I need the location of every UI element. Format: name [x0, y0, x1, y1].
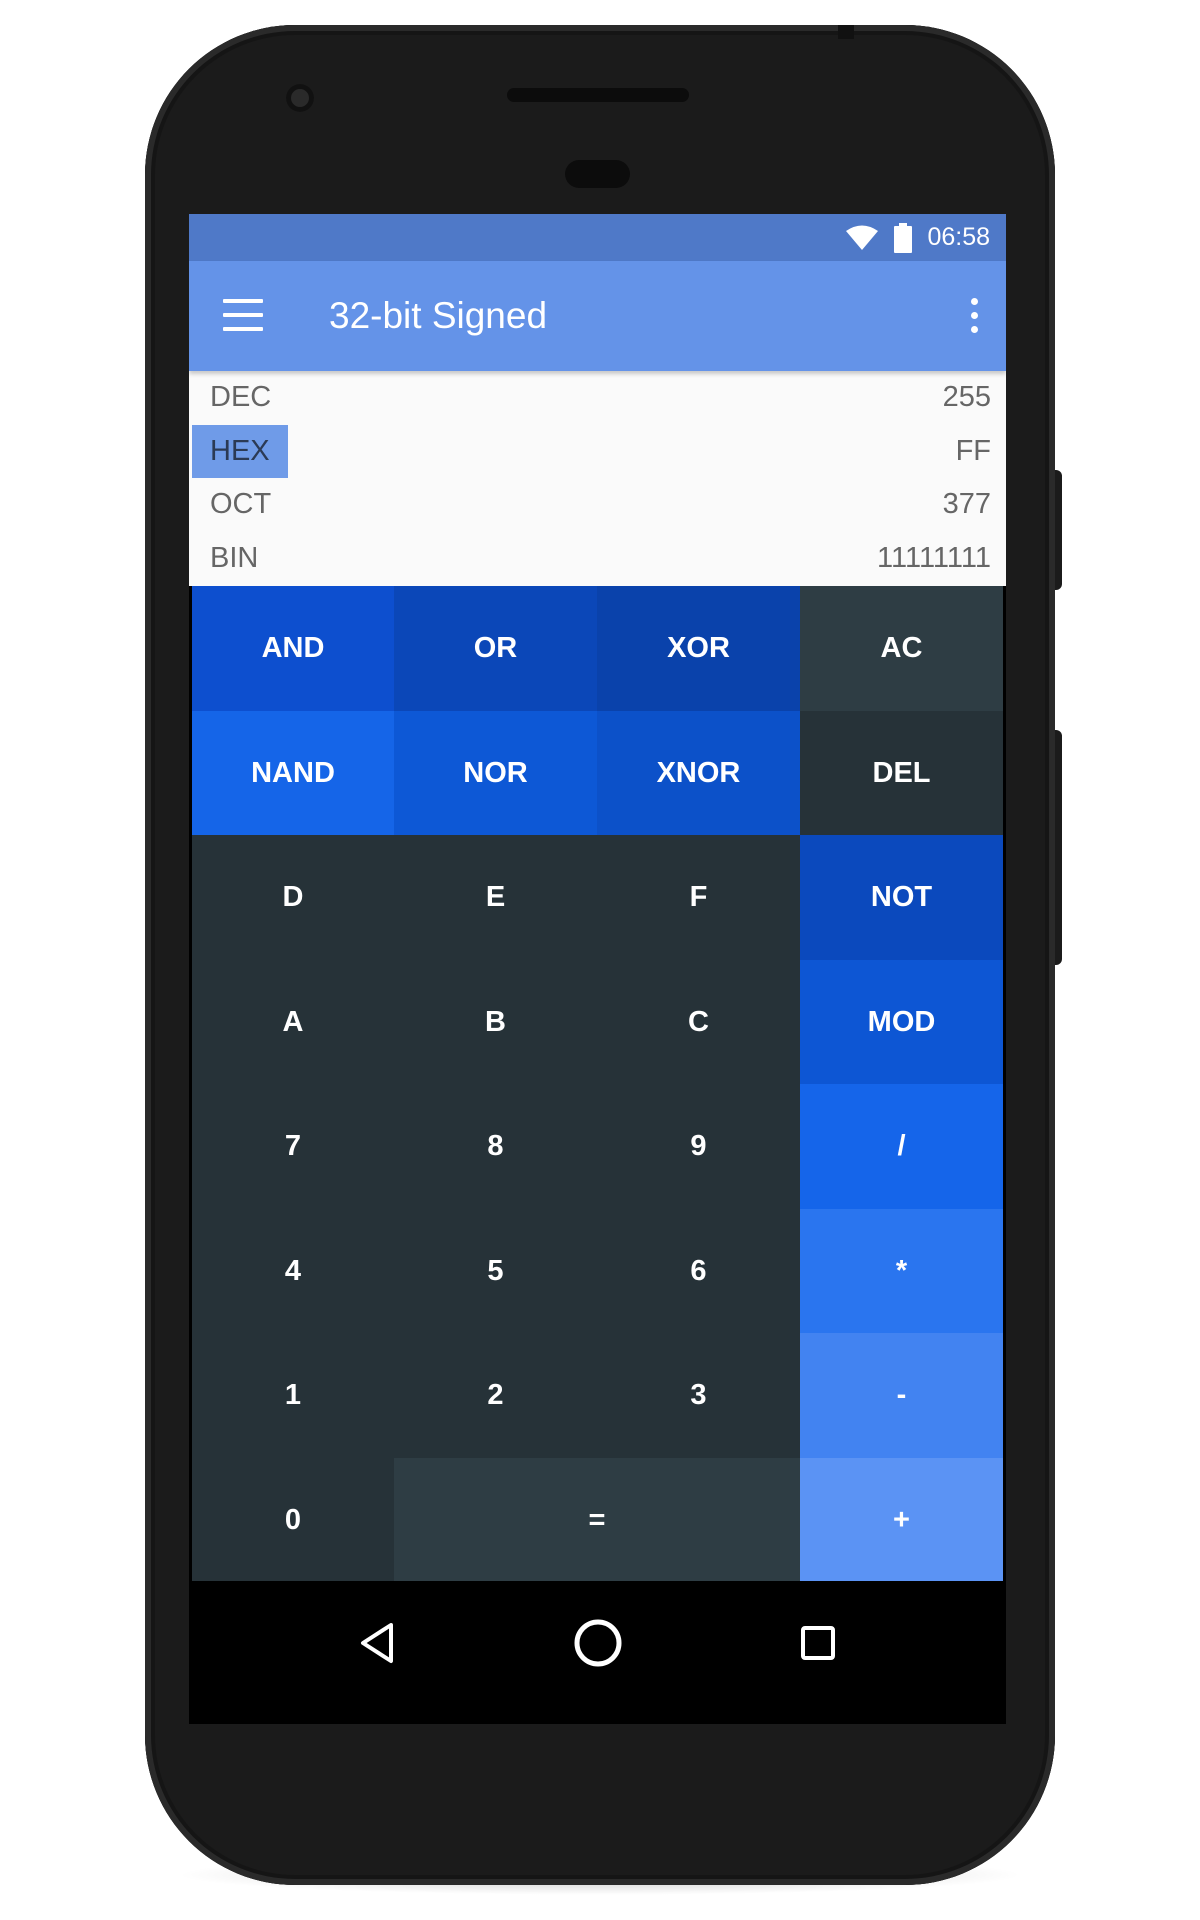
keypad: AND OR XOR AC NAND NOR XNOR DEL D E F NOT A B C MOD 7 8 9/…	[192, 586, 1003, 1586]
value-bin: 11111111	[877, 542, 991, 574]
six-key[interactable]: 6	[597, 1209, 800, 1333]
display-row-hex: HEX FF	[192, 425, 1003, 478]
battery-icon	[894, 222, 913, 253]
app-bar: 32-bit Signed	[189, 261, 1006, 371]
zero-key[interactable]: 0	[192, 1458, 394, 1582]
navigation-bar	[189, 1581, 1006, 1724]
display-row-dec: DEC 255	[192, 371, 1003, 424]
phone-screen: 06:58 32-bit Signed DEC 255 HEX FF OCT 3…	[189, 214, 1006, 1724]
f-key[interactable]: F	[597, 835, 800, 960]
minus-key[interactable]: -	[800, 1333, 1003, 1458]
number-display: DEC 255 HEX FF OCT 377 BIN 11111111	[189, 371, 1006, 586]
display-row-bin: BIN 11111111	[192, 532, 1003, 585]
app-title: 32-bit Signed	[329, 295, 548, 336]
five-key[interactable]: 5	[394, 1209, 597, 1333]
base-label-dec[interactable]: DEC	[192, 371, 289, 424]
front-camera-icon	[286, 84, 314, 112]
nine-key[interactable]: 9	[597, 1084, 800, 1209]
nand-key[interactable]: NAND	[192, 711, 394, 835]
base-label-hex[interactable]: HEX	[192, 425, 288, 478]
value-oct: 377	[942, 488, 991, 520]
and-key[interactable]: AND	[192, 586, 394, 711]
not-key[interactable]: NOT	[800, 835, 1003, 960]
del-key[interactable]: DEL	[800, 711, 1003, 835]
one-key[interactable]: 1	[192, 1333, 394, 1458]
hamburger-menu-icon[interactable]	[223, 299, 263, 331]
recents-icon[interactable]	[788, 1613, 848, 1673]
mod-key[interactable]: MOD	[800, 960, 1003, 1084]
equals-key[interactable]: =	[394, 1458, 800, 1582]
phone-notch	[838, 25, 854, 39]
more-vertical-icon[interactable]	[964, 296, 984, 336]
status-bar: 06:58	[189, 214, 1006, 261]
divide-key[interactable]: /	[800, 1084, 1003, 1209]
base-label-bin[interactable]: BIN	[192, 532, 276, 585]
nor-key[interactable]: NOR	[394, 711, 597, 835]
value-hex: FF	[955, 435, 991, 467]
xor-key[interactable]: XOR	[597, 586, 800, 711]
multiply-key[interactable]: *	[800, 1209, 1003, 1333]
value-dec: 255	[942, 381, 991, 413]
proximity-sensor	[565, 160, 630, 188]
display-row-oct: OCT 377	[192, 478, 1003, 531]
two-key[interactable]: 2	[394, 1333, 597, 1458]
status-right: 06:58	[845, 214, 990, 261]
c-key[interactable]: C	[597, 960, 800, 1084]
d-key[interactable]: D	[192, 835, 394, 960]
b-key[interactable]: B	[394, 960, 597, 1084]
eight-key[interactable]: 8	[394, 1084, 597, 1209]
xnor-key[interactable]: XNOR	[597, 711, 800, 835]
earpiece-speaker	[507, 88, 689, 102]
back-icon[interactable]	[347, 1613, 407, 1673]
e-key[interactable]: E	[394, 835, 597, 960]
or-key[interactable]: OR	[394, 586, 597, 711]
plus-key[interactable]: +	[800, 1458, 1003, 1582]
seven-key[interactable]: 7	[192, 1084, 394, 1209]
three-key[interactable]: 3	[597, 1333, 800, 1458]
wifi-icon	[846, 225, 879, 250]
ac-key[interactable]: AC	[800, 586, 1003, 711]
base-label-oct[interactable]: OCT	[192, 478, 289, 531]
home-icon[interactable]	[568, 1613, 628, 1673]
status-time: 06:58	[927, 223, 990, 251]
a-key[interactable]: A	[192, 960, 394, 1084]
four-key[interactable]: 4	[192, 1209, 394, 1333]
